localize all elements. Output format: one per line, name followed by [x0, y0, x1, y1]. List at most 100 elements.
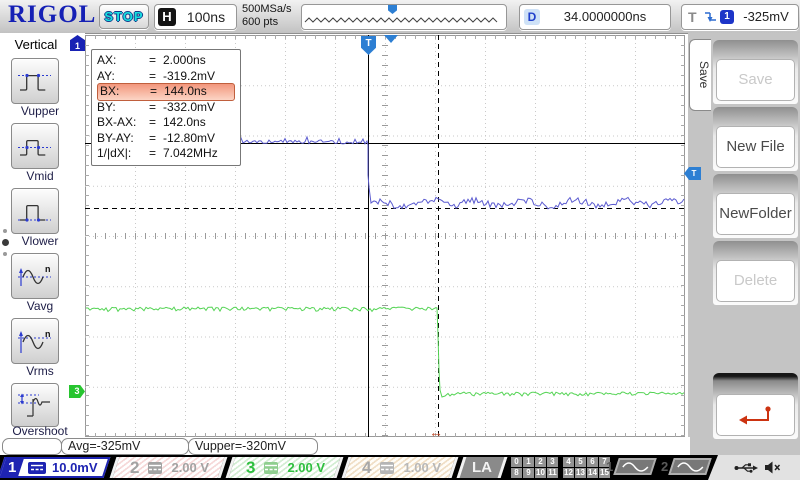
gen2-output-chip[interactable]	[668, 458, 712, 475]
cursor-row-byay: BY-AY:=-12.80mV	[97, 131, 235, 147]
gen1-label: 1	[606, 459, 613, 474]
timebase-value: 100ns	[179, 5, 233, 29]
save-button[interactable]: Save	[716, 59, 795, 101]
vupper-button[interactable]	[11, 58, 59, 104]
ch2-coupling-icon	[148, 462, 162, 474]
la-digit: 3	[547, 457, 558, 467]
la-digit: 14	[587, 468, 598, 478]
la-digit: 0	[511, 457, 522, 467]
la-digit: 9	[523, 468, 534, 478]
falling-edge-icon	[703, 10, 717, 24]
trigger-level-marker[interactable]: T	[684, 167, 701, 180]
ch4-number: 4	[362, 458, 371, 478]
cursor-row-bxax: BX-AX:=142.0ns	[97, 115, 235, 131]
vupper-icon	[17, 66, 53, 96]
trigger-label: T	[688, 5, 697, 29]
ch2-number: 2	[130, 458, 139, 478]
vlower-button[interactable]	[11, 188, 59, 234]
ch3-status-chip[interactable]: 3 2.00 V	[226, 457, 344, 478]
softkey-cell: Delete	[713, 241, 798, 305]
gen2-label: 2	[661, 459, 668, 474]
ch1-status-chip[interactable]: 1 10.0mV	[0, 457, 110, 478]
vmid-label: Vmid	[0, 169, 80, 183]
sine-wave-icon	[676, 461, 704, 473]
delay-label: D	[524, 9, 540, 25]
la-status-chip[interactable]: LA	[457, 457, 508, 478]
cursor-row-freq: 1/|dX|:=7.042MHz	[97, 146, 235, 162]
measurement-strip: Avg=-325mV Vupper=-320mV	[0, 437, 690, 455]
ch1-number: 1	[8, 459, 16, 476]
vlower-label: Vlower	[0, 234, 80, 248]
menu-page-dot	[3, 229, 7, 233]
softkey-cell: Save	[713, 40, 798, 104]
softkey-cell: NewFolder	[713, 174, 798, 238]
waveform-preview	[301, 4, 507, 30]
la-label: LA	[472, 459, 492, 476]
rigol-logo: RIGOL	[8, 1, 96, 29]
vrms-icon: n	[17, 326, 53, 356]
cursor-row-bx-selected[interactable]: BX:=144.0ns	[97, 83, 235, 101]
vlower-icon	[17, 196, 53, 226]
cursor-row-ay: AY:=-319.2mV	[97, 69, 235, 85]
la-digit: 6	[587, 457, 598, 467]
la-digit: 5	[575, 457, 586, 467]
channel-status-bar: 1 10.0mV 2 2.00 V 3 2.00 V	[0, 455, 800, 480]
cursor-row-ax: AX:=2.000ns	[97, 53, 235, 69]
ch2-scale: 2.00 V	[171, 460, 209, 475]
overshoot-label: Overshoot	[0, 424, 80, 438]
cursor-row-by: BY:=-332.0mV	[97, 100, 235, 116]
ch4-coupling-icon	[380, 462, 394, 474]
vmid-icon	[17, 131, 53, 161]
new-folder-button[interactable]: NewFolder	[716, 193, 795, 235]
save-menu-tab: Save	[689, 39, 711, 111]
menu-page-dot-active	[2, 239, 9, 246]
io-status-panel	[708, 455, 800, 480]
menu-page-dot	[3, 252, 7, 256]
softkey-cell: New File	[713, 107, 798, 171]
return-arrow-icon	[734, 402, 778, 428]
vrms-button[interactable]: n	[11, 318, 59, 364]
cursor-readout-box: AX:=2.000ns AY:=-319.2mV BX:=144.0ns BY:…	[91, 49, 241, 166]
vmid-button[interactable]	[11, 123, 59, 169]
vavg-button[interactable]: n	[11, 253, 59, 299]
la-digit: 8	[511, 468, 522, 478]
la-digit: 4	[563, 457, 574, 467]
ch3-coupling-icon	[264, 462, 278, 474]
acquisition-info: 500MSa/s 600 pts	[242, 3, 292, 29]
right-save-menu: Save Save New File NewFolder Delete	[688, 33, 800, 455]
ch3-scale: 2.00 V	[287, 460, 325, 475]
la-digit: 10	[535, 468, 546, 478]
trigger-info-box: T 1 -325mV	[681, 4, 799, 30]
trigger-source-badge: 1	[720, 10, 734, 24]
la-digit: 1	[523, 457, 534, 467]
gen1-output-chip[interactable]	[613, 458, 657, 475]
la-digit: 12	[563, 468, 574, 478]
horizontal-label: H	[158, 8, 176, 26]
vrms-label: Vrms	[0, 364, 80, 378]
sine-wave-icon	[621, 461, 649, 473]
trigger-delay-box: D 34.0000000ns	[519, 4, 671, 30]
delete-button[interactable]: Delete	[716, 260, 795, 302]
sample-rate: 500MSa/s	[242, 3, 292, 16]
memory-depth: 600 pts	[242, 16, 292, 29]
delay-value: 34.0000000ns	[544, 5, 666, 29]
measure-slot-empty	[2, 438, 62, 455]
overshoot-button[interactable]	[11, 383, 59, 427]
speaker-muted-icon	[764, 460, 781, 475]
measure-vupper: Vupper=-320mV	[188, 438, 318, 455]
ch3-number: 3	[246, 458, 255, 478]
new-file-button[interactable]: New File	[716, 126, 795, 168]
back-button[interactable]	[716, 394, 795, 436]
overshoot-icon	[17, 390, 53, 420]
ch4-scale: 1.00 V	[403, 460, 441, 475]
vavg-label: Vavg	[0, 299, 80, 313]
ch2-status-chip[interactable]: 2 2.00 V	[110, 457, 228, 478]
ch1-scale: 10.0mV	[52, 460, 98, 475]
cursor-b-drag-handle-icon[interactable]: ↔	[429, 424, 443, 440]
left-measure-menu: Vertical Vupper Vmid Vlower n	[0, 33, 85, 437]
ch4-status-chip[interactable]: 4 1.00 V	[342, 457, 459, 478]
la-digit: 2	[535, 457, 546, 467]
la-digit: 13	[575, 468, 586, 478]
measure-menu-title: Vertical	[0, 37, 72, 52]
preview-wave-icon	[302, 5, 504, 28]
